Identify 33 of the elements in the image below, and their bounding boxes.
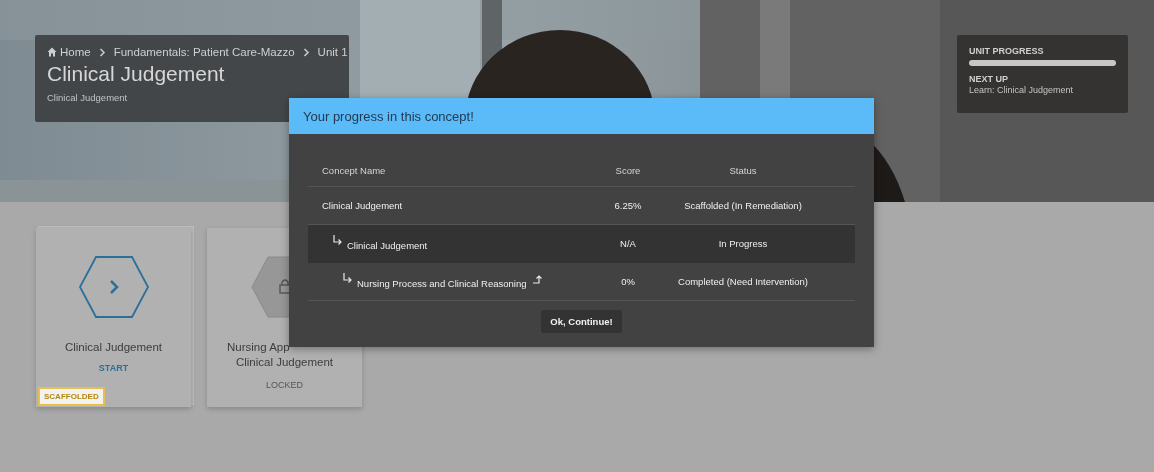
breadcrumb-link[interactable]: Fundamentals: Patient Care-Mazzo — [113, 46, 295, 58]
status-label: LOCKED — [266, 380, 303, 390]
next-up-link[interactable]: Learn: Clinical Judgement — [969, 85, 1116, 95]
dialog-title: Your progress in this concept! — [303, 108, 474, 124]
breadcrumb-link[interactable]: Home — [60, 46, 91, 58]
step-up-arrow-icon — [531, 274, 544, 285]
score-cell-text: 0% — [620, 276, 636, 287]
status-cell-text: In Progress — [717, 238, 769, 249]
sub-item-arrow-icon — [342, 273, 353, 284]
progress-label: UNIT PROGRESS — [969, 46, 1045, 56]
sub-item-arrow-icon — [332, 235, 343, 246]
status-cell-text: Scaffolded (In Remediation) — [683, 200, 803, 211]
card-title: Clinical Judgement — [234, 355, 335, 370]
next-up-label: NEXT UP — [969, 74, 1009, 84]
lock-hexagon-icon — [250, 255, 290, 319]
column-header: Status — [728, 164, 758, 176]
status-tag: SCAFFOLDED — [38, 387, 105, 406]
column-header: Concept Name — [321, 164, 387, 176]
status-cell-text: Completed (Need Intervention) — [677, 276, 809, 287]
card-title: Nursing App — [226, 340, 291, 355]
column-header: Score — [614, 164, 642, 176]
page-title: Clinical Judgement — [47, 62, 226, 86]
home-icon — [47, 47, 57, 57]
concept-name: Clinical Judgement — [322, 200, 403, 211]
play-hexagon-icon — [77, 255, 150, 319]
score-cell-text: 6.25% — [613, 200, 643, 211]
chevron-icon — [302, 47, 310, 57]
breadcrumb-link[interactable]: Unit 1 — [317, 46, 348, 58]
score-cell-text: N/A — [619, 238, 637, 249]
chevron-icon — [98, 47, 106, 57]
card-title: Clinical Judgement — [64, 340, 163, 355]
page-subtitle: Clinical Judgement — [47, 92, 129, 103]
continue-button[interactable]: Ok, Continue! — [541, 310, 622, 333]
